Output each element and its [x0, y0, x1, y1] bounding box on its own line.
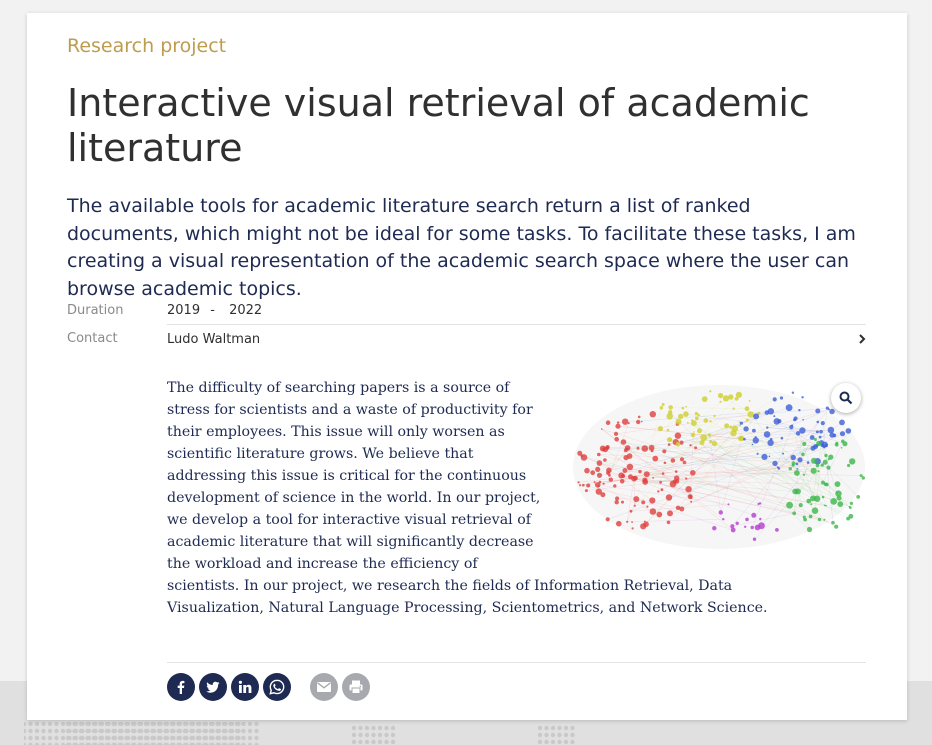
duration-end: 2022 [229, 303, 263, 318]
twitter-share-button[interactable] [199, 673, 227, 701]
contact-label: Contact [67, 331, 118, 346]
print-button[interactable] [342, 673, 370, 701]
print-icon [349, 680, 363, 694]
duration-separator: - [210, 303, 215, 318]
project-card: Research project Interactive visual retr… [27, 13, 907, 720]
network-figure[interactable] [569, 375, 869, 555]
footer-dot-pattern [24, 722, 575, 745]
chevron-right-icon[interactable] [858, 332, 866, 348]
email-share-button[interactable] [310, 673, 338, 701]
facebook-icon [177, 680, 185, 694]
duration-label: Duration [67, 303, 124, 318]
page-title: Interactive visual retrieval of academic… [67, 81, 810, 170]
magnifier-icon [839, 391, 853, 405]
duration-value: 2019 - 2022 [167, 303, 866, 318]
project-description: The difficulty of searching papers is a … [167, 377, 865, 619]
facebook-share-button[interactable] [167, 673, 195, 701]
whatsapp-share-button[interactable] [263, 673, 291, 701]
twitter-icon [206, 681, 220, 693]
email-icon [317, 682, 331, 692]
contact-row[interactable]: Ludo Waltman [167, 332, 866, 347]
duration-start: 2019 [167, 303, 201, 318]
zoom-button[interactable] [831, 383, 861, 413]
project-summary: The available tools for academic literat… [67, 195, 856, 300]
linkedin-share-button[interactable] [231, 673, 259, 701]
network-visualization-image [573, 385, 865, 549]
linkedin-icon [238, 680, 252, 693]
page-kicker: Research project [67, 35, 227, 57]
share-divider [167, 662, 866, 663]
whatsapp-icon [269, 679, 285, 695]
meta-divider [167, 324, 866, 325]
contact-link[interactable]: Ludo Waltman [167, 332, 260, 347]
